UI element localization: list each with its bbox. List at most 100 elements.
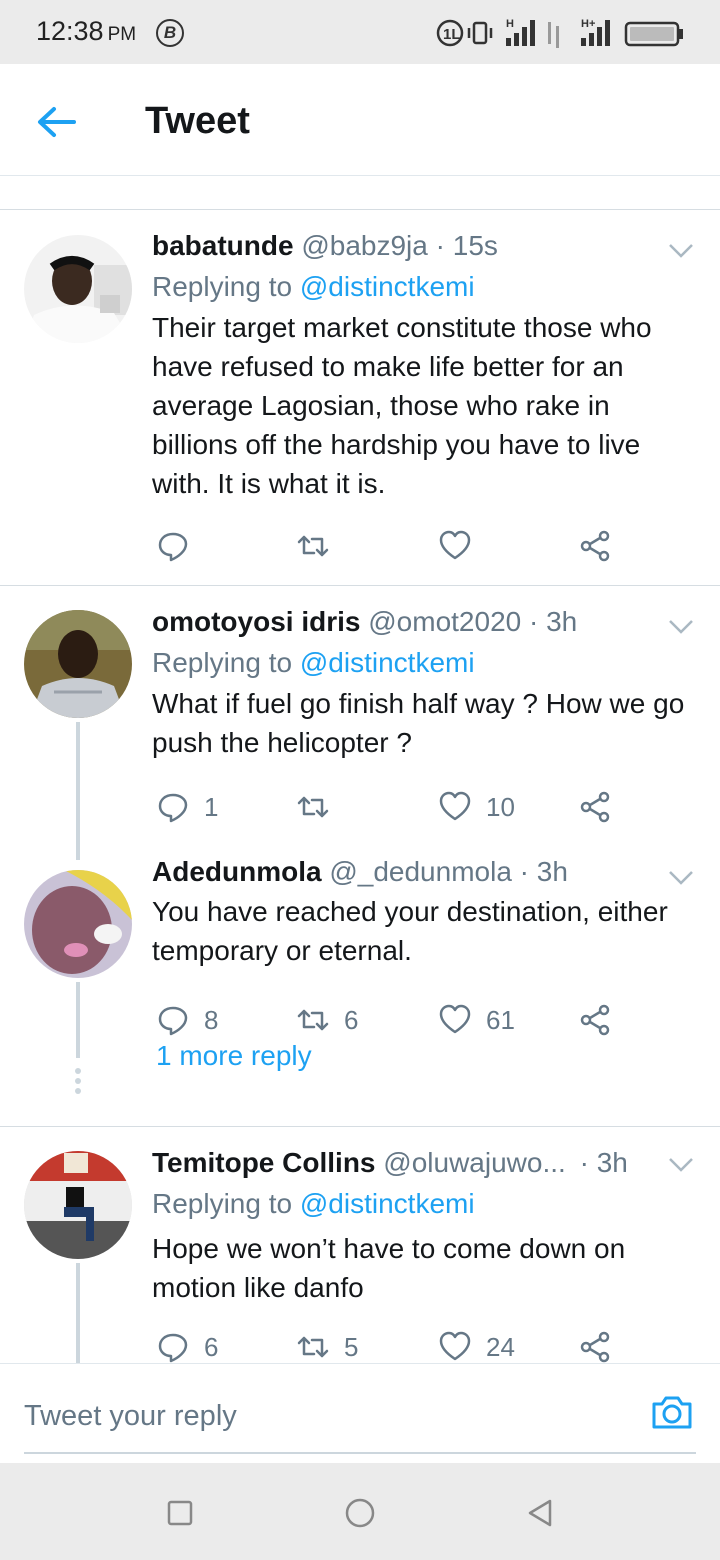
share-icon xyxy=(580,530,610,562)
share-icon xyxy=(580,1004,610,1036)
reply-composer xyxy=(0,1363,720,1463)
thread-dots xyxy=(75,1068,81,1098)
triangle-back-icon[interactable] xyxy=(524,1497,556,1529)
user-handle[interactable]: @oluwajuwo... xyxy=(383,1147,566,1178)
thread-line xyxy=(76,1263,80,1363)
data-arrows-icon xyxy=(548,22,559,48)
tweet-header: omotoyosi idris @omot2020 · 3h xyxy=(152,604,700,640)
reply-button[interactable] xyxy=(156,526,190,566)
svg-text:H: H xyxy=(506,18,514,30)
tweet-actions: 1 10 xyxy=(152,787,632,827)
like-button[interactable]: 10 xyxy=(438,787,515,827)
like-count: 24 xyxy=(486,1331,515,1362)
reply-feed[interactable]: babatunde @babz9ja · 15s Replying to @di… xyxy=(0,177,720,1363)
retweet-button[interactable]: 6 xyxy=(296,1000,358,1040)
user-handle[interactable]: @_dedunmola xyxy=(329,856,512,887)
tweet-body: Temitope Collins @oluwajuwo... · 3h Repl… xyxy=(152,1145,700,1307)
arrow-left-icon[interactable] xyxy=(30,100,82,144)
retweet-button[interactable]: 5 xyxy=(296,1327,358,1363)
reply-input[interactable] xyxy=(24,1394,624,1438)
signal-hplus-icon: H+ xyxy=(581,18,610,46)
mention-link[interactable]: @distinctkemi xyxy=(300,1188,475,1219)
tweet-header: Temitope Collins @oluwajuwo... · 3h xyxy=(152,1145,638,1181)
tweet-body: babatunde @babz9ja · 15s Replying to @di… xyxy=(152,228,700,503)
dot-separator: · xyxy=(579,1147,589,1178)
tweet-item[interactable]: Temitope Collins @oluwajuwo... · 3h Repl… xyxy=(0,1127,720,1363)
user-handle[interactable]: @omot2020 xyxy=(368,606,521,637)
replying-prefix: Replying to xyxy=(152,271,293,302)
share-button[interactable] xyxy=(578,1000,612,1040)
share-button[interactable] xyxy=(578,787,612,827)
avatar[interactable] xyxy=(24,610,132,718)
share-icon xyxy=(580,791,610,823)
mention-link[interactable]: @distinctkemi xyxy=(300,271,475,302)
retweet-button[interactable] xyxy=(296,526,330,566)
retweet-icon xyxy=(297,1336,329,1358)
avatar[interactable] xyxy=(24,870,132,978)
tweet-header: Adedunmola @_dedunmola · 3h xyxy=(152,854,700,890)
retweet-icon xyxy=(297,796,329,818)
like-button[interactable] xyxy=(438,526,472,566)
reply-count: 8 xyxy=(204,1004,219,1035)
reply-button[interactable]: 6 xyxy=(156,1327,218,1363)
user-name[interactable]: omotoyosi idris xyxy=(152,606,360,637)
replying-to: Replying to @distinctkemi xyxy=(152,644,700,682)
user-name[interactable]: Adedunmola xyxy=(152,856,322,887)
chevron-down-icon[interactable] xyxy=(668,619,694,635)
heart-icon xyxy=(439,791,471,821)
tweet-time: 15s xyxy=(452,230,498,261)
page-title: Tweet xyxy=(145,100,250,142)
avatar[interactable] xyxy=(24,1151,132,1259)
like-button[interactable]: 24 xyxy=(438,1327,515,1363)
system-nav-bar xyxy=(0,1463,720,1560)
reply-button[interactable]: 8 xyxy=(156,1000,218,1040)
replying-prefix: Replying to xyxy=(152,647,293,678)
user-name[interactable]: Temitope Collins xyxy=(152,1147,376,1178)
like-button[interactable]: 61 xyxy=(438,1000,515,1040)
status-time: 12:38 PM xyxy=(36,16,137,46)
share-icon xyxy=(580,1331,610,1363)
share-button[interactable] xyxy=(578,1327,612,1363)
reply-button[interactable]: 1 xyxy=(156,787,218,827)
avatar[interactable] xyxy=(24,235,132,343)
thread-line xyxy=(76,982,80,1058)
b-badge-icon: B xyxy=(156,19,184,47)
share-button[interactable] xyxy=(578,526,612,566)
retweet-count: 6 xyxy=(344,1004,359,1035)
svg-text:1L: 1L xyxy=(443,26,461,43)
circle-icon[interactable] xyxy=(344,1497,376,1529)
user-name[interactable]: babatunde xyxy=(152,230,294,261)
camera-icon[interactable] xyxy=(650,1392,694,1432)
tweet-item[interactable]: Adedunmola @_dedunmola · 3h You have rea… xyxy=(0,836,720,1126)
clipped-content xyxy=(268,177,328,179)
input-underline xyxy=(24,1452,696,1454)
tweet-header: babatunde @babz9ja · 15s xyxy=(152,228,700,264)
mention-link[interactable]: @distinctkemi xyxy=(300,647,475,678)
tweet-item[interactable]: omotoyosi idris @omot2020 · 3h Replying … xyxy=(0,586,720,836)
tweet-time: 3h xyxy=(596,1147,628,1178)
tweet-actions: 8 6 61 xyxy=(152,1000,632,1040)
like-count: 61 xyxy=(486,1004,515,1035)
battery-icon xyxy=(624,21,683,47)
dot-separator: · xyxy=(529,606,539,637)
reply-icon xyxy=(158,793,188,823)
replying-to: Replying to @distinctkemi xyxy=(152,1185,700,1223)
status-bar: 12:38 PM B 1L H H+ xyxy=(0,0,720,64)
chevron-down-icon[interactable] xyxy=(668,870,694,886)
tweet-body: omotoyosi idris @omot2020 · 3h Replying … xyxy=(152,604,700,762)
square-icon[interactable] xyxy=(164,1497,196,1529)
chevron-down-icon[interactable] xyxy=(668,1157,694,1173)
tweet-item[interactable]: babatunde @babz9ja · 15s Replying to @di… xyxy=(0,210,720,585)
tweet-time: 3h xyxy=(546,606,578,637)
app-bar: Tweet xyxy=(0,64,720,176)
signal-icon: H xyxy=(506,18,535,46)
retweet-button[interactable] xyxy=(296,787,330,827)
chevron-down-icon[interactable] xyxy=(668,243,694,259)
tweet-time: 3h xyxy=(536,856,568,887)
more-replies-link[interactable]: 1 more reply xyxy=(156,1040,312,1072)
reply-count: 6 xyxy=(204,1331,219,1362)
tweet-actions: 6 5 24 xyxy=(152,1327,632,1363)
retweet-icon xyxy=(297,535,329,557)
user-handle[interactable]: @babz9ja xyxy=(301,230,428,261)
replying-prefix: Replying to xyxy=(152,1188,293,1219)
